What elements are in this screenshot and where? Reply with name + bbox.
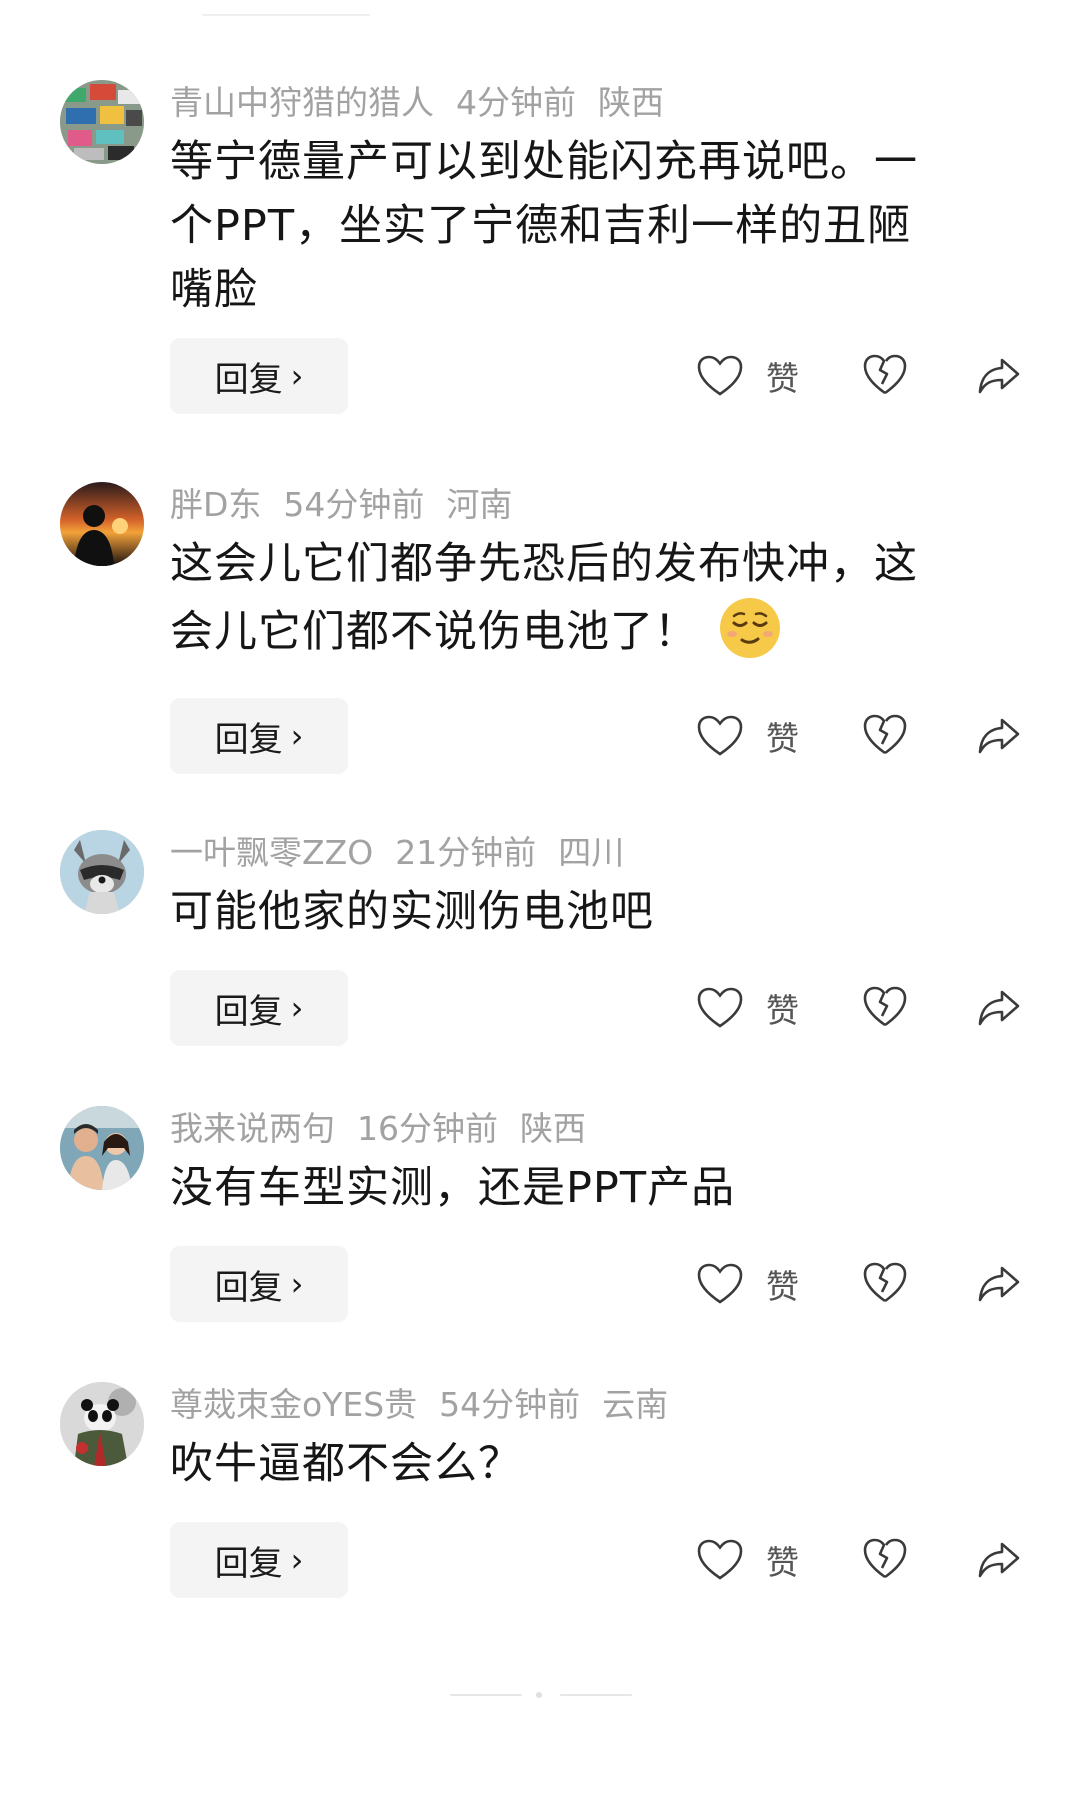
loading-indicator <box>0 1692 1080 1698</box>
like-label: 赞 <box>766 1543 799 1582</box>
comment-text: 没有车型实测，还是PPT产品 <box>170 1156 1000 1220</box>
share-arrow-icon[interactable] <box>976 1538 1022 1582</box>
comment-text: 等宁德量产可以到处能闪充再说吧。一 个PPT，坐实了宁德和吉利一样的丑陋 嘴脸 <box>170 130 1000 322</box>
share-arrow-icon[interactable] <box>976 714 1022 758</box>
heart-outline-icon <box>697 987 743 1028</box>
like-label: 赞 <box>766 719 799 758</box>
avatar[interactable] <box>60 482 144 566</box>
comment-text-line: 会儿它们都不说伤电池了！ <box>170 607 698 657</box>
heart-outline-icon <box>697 1263 743 1304</box>
comment-meta: 一叶飘零ZZO 21分钟前 四川 <box>170 832 646 874</box>
timestamp: 4分钟前 <box>456 83 576 122</box>
location: 四川 <box>558 833 625 872</box>
share-arrow-icon[interactable] <box>976 986 1022 1030</box>
like-button[interactable]: 赞 <box>696 984 799 1032</box>
timestamp: 54分钟前 <box>283 485 425 524</box>
location: 陕西 <box>598 83 664 122</box>
like-button[interactable]: 赞 <box>696 1536 799 1584</box>
share-arrow-icon[interactable] <box>976 354 1022 398</box>
comment-text: 这会儿它们都争先恐后的发布快冲，这 会儿它们都不说伤电池了！ <box>170 532 1000 664</box>
broken-heart-icon[interactable] <box>862 1260 908 1306</box>
like-button[interactable]: 赞 <box>696 712 799 760</box>
broken-heart-icon[interactable] <box>862 984 908 1030</box>
comment-text-line: 这会儿它们都争先恐后的发布快冲，这 <box>170 539 918 589</box>
location: 陕西 <box>520 1109 586 1148</box>
like-label: 赞 <box>766 1267 799 1306</box>
heart-outline-icon <box>697 355 743 396</box>
like-button[interactable]: 赞 <box>696 1260 799 1308</box>
comment-actions: 赞 <box>0 1246 1080 1322</box>
comment-text-line: 没有车型实测，还是PPT产品 <box>170 1163 736 1213</box>
comment-text: 可能他家的实测伤电池吧 <box>170 880 1000 944</box>
comment-meta: 胖D东 54分钟前 河南 <box>170 484 534 526</box>
comment-text: 吹牛逼都不会么？ <box>170 1432 1000 1496</box>
comment-actions: 赞 <box>0 1522 1080 1598</box>
like-label: 赞 <box>766 991 799 1030</box>
heart-outline-icon <box>697 1539 743 1580</box>
timestamp: 16分钟前 <box>357 1109 498 1148</box>
broken-heart-icon[interactable] <box>862 352 908 398</box>
avatar[interactable] <box>60 80 144 164</box>
comment-text-line: 等宁德量产可以到处能闪充再说吧。一 <box>170 137 918 187</box>
like-button[interactable]: 赞 <box>696 352 799 400</box>
comment-text-line: 吹牛逼都不会么？ <box>170 1439 522 1489</box>
comment-actions: 赞 <box>0 970 1080 1046</box>
comment-meta: 我来说两句 16分钟前 陕西 <box>170 1108 608 1150</box>
username[interactable]: 一叶飘零ZZO <box>170 833 373 872</box>
avatar[interactable] <box>60 1382 144 1466</box>
indicator-dot <box>536 1692 542 1698</box>
relieved-face-emoji <box>720 598 780 658</box>
comment-meta: 青山中狩猎的猎人 4分钟前 陕西 <box>170 82 686 124</box>
username[interactable]: 尊烖朿金oYES贵 <box>170 1385 417 1424</box>
timestamp: 21分钟前 <box>395 833 537 872</box>
timestamp: 54分钟前 <box>439 1385 581 1424</box>
like-label: 赞 <box>766 359 799 398</box>
heart-outline-icon <box>697 715 743 756</box>
location: 河南 <box>446 485 513 524</box>
comment-text-line: 可能他家的实测伤电池吧 <box>170 887 654 937</box>
comment-actions: 赞 <box>0 338 1080 414</box>
share-arrow-icon[interactable] <box>976 1262 1022 1306</box>
broken-heart-icon[interactable] <box>862 712 908 758</box>
username[interactable]: 胖D东 <box>170 485 261 524</box>
comment-actions: 赞 <box>0 698 1080 774</box>
indicator-line-right <box>560 1694 632 1696</box>
avatar[interactable] <box>60 830 144 914</box>
username[interactable]: 青山中狩猎的猎人 <box>170 83 434 122</box>
indicator-line-left <box>450 1694 522 1696</box>
comment-text-line: 嘴脸 <box>170 265 258 315</box>
comment-text-line: 个PPT，坐实了宁德和吉利一样的丑陋 <box>170 201 912 251</box>
location: 云南 <box>602 1385 669 1424</box>
broken-heart-icon[interactable] <box>862 1536 908 1582</box>
avatar[interactable] <box>60 1106 144 1190</box>
username[interactable]: 我来说两句 <box>170 1109 335 1148</box>
top-divider <box>202 14 370 16</box>
comment-meta: 尊烖朿金oYES贵 54分钟前 云南 <box>170 1384 690 1426</box>
